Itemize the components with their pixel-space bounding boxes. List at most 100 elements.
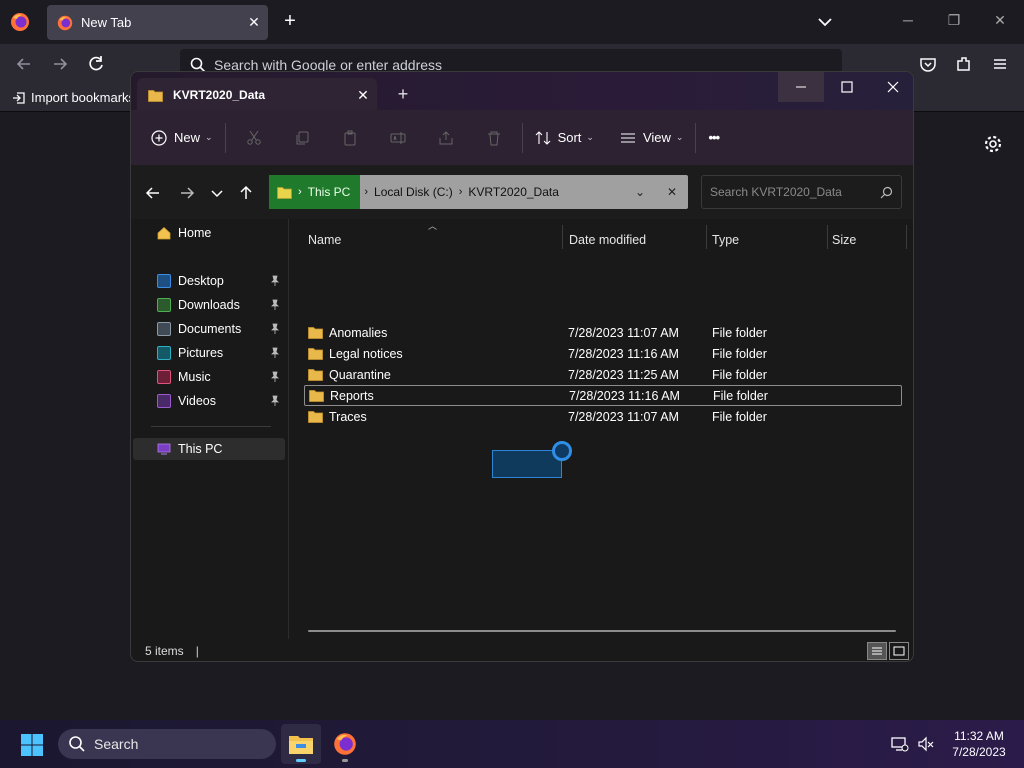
nav-item-pictures[interactable]: Pictures bbox=[133, 342, 285, 364]
table-row-focused[interactable]: Reports 7/28/2023 11:16 AM File folder bbox=[304, 385, 902, 406]
nav-item-this-pc[interactable]: This PC bbox=[133, 438, 285, 460]
forward-icon[interactable] bbox=[177, 183, 197, 203]
search-box[interactable] bbox=[701, 175, 902, 209]
close-tab-icon[interactable]: ✕ bbox=[349, 87, 377, 104]
close-button[interactable] bbox=[870, 72, 913, 102]
nav-item-documents[interactable]: Documents bbox=[133, 318, 285, 340]
recent-locations-icon[interactable] bbox=[207, 183, 227, 203]
pin-icon[interactable] bbox=[269, 323, 281, 335]
close-window-icon[interactable]: ✕ bbox=[990, 12, 1010, 32]
nav-item-home[interactable]: Home bbox=[133, 222, 285, 244]
pin-icon[interactable] bbox=[269, 347, 281, 359]
import-bookmarks-label: Import bookmarks bbox=[31, 90, 136, 105]
copy-button[interactable] bbox=[278, 122, 326, 154]
folder-icon bbox=[308, 369, 323, 381]
delete-button[interactable] bbox=[470, 122, 518, 154]
system-clock[interactable]: 11:32 AM 7/28/2023 bbox=[942, 728, 1016, 760]
pin-icon[interactable] bbox=[269, 371, 281, 383]
search-input[interactable] bbox=[710, 185, 880, 199]
pocket-icon[interactable] bbox=[918, 54, 938, 74]
table-row[interactable]: Quarantine 7/28/2023 11:25 AM File folde… bbox=[304, 364, 902, 385]
taskbar-firefox[interactable] bbox=[325, 724, 365, 764]
gear-icon[interactable] bbox=[983, 134, 1003, 154]
computer-icon bbox=[157, 443, 171, 455]
breadcrumb-this-pc[interactable]: This PC bbox=[302, 185, 357, 199]
folder-icon bbox=[308, 348, 323, 360]
share-button[interactable] bbox=[422, 122, 470, 154]
new-button[interactable]: New ⌄ bbox=[143, 122, 221, 154]
clear-address-icon[interactable]: ✕ bbox=[656, 185, 688, 199]
view-button[interactable]: View ⌄ bbox=[612, 122, 692, 154]
forward-icon[interactable] bbox=[50, 54, 70, 74]
nav-item-desktop[interactable]: Desktop bbox=[133, 270, 285, 292]
maximize-button[interactable] bbox=[824, 72, 870, 102]
column-header-date[interactable]: Date modified bbox=[551, 225, 691, 255]
pin-icon[interactable] bbox=[269, 275, 281, 287]
tiles-view-icon bbox=[893, 646, 905, 656]
horizontal-scrollbar[interactable] bbox=[308, 630, 896, 632]
view-list-icon bbox=[620, 132, 635, 143]
column-header-name[interactable]: Name bbox=[290, 225, 562, 255]
pin-icon[interactable] bbox=[269, 299, 281, 311]
paste-button[interactable] bbox=[326, 122, 374, 154]
restore-icon[interactable]: ❐ bbox=[944, 12, 964, 32]
list-all-tabs-icon[interactable] bbox=[815, 12, 835, 32]
close-tab-icon[interactable]: ✕ bbox=[240, 14, 268, 31]
nav-item-music[interactable]: Music bbox=[133, 366, 285, 388]
file-explorer-icon bbox=[289, 736, 313, 754]
browser-tab-new-tab[interactable]: New Tab ✕ bbox=[47, 5, 268, 40]
address-bar[interactable]: › This PC › Local Disk (C:) › KVRT2020_D… bbox=[269, 175, 688, 209]
reload-icon[interactable] bbox=[86, 54, 106, 74]
app-menu-icon[interactable] bbox=[990, 54, 1010, 74]
new-tab-button[interactable]: + bbox=[279, 10, 301, 32]
file-type: File folder bbox=[712, 346, 767, 361]
copy-icon bbox=[296, 131, 309, 144]
address-history-dropdown-icon[interactable]: ⌄ bbox=[624, 185, 656, 199]
column-header-type[interactable]: Type bbox=[694, 225, 809, 255]
column-header-size[interactable]: Size bbox=[814, 225, 904, 255]
paste-icon bbox=[344, 130, 356, 145]
see-more-button[interactable]: ••• bbox=[700, 122, 727, 154]
nav-divider bbox=[151, 426, 271, 427]
tiles-view-button[interactable] bbox=[889, 642, 909, 660]
sort-button[interactable]: Sort ⌄ bbox=[527, 122, 602, 154]
minimize-button[interactable] bbox=[778, 72, 824, 102]
firefox-menu-icon[interactable] bbox=[10, 12, 30, 32]
taskbar-file-explorer[interactable] bbox=[281, 724, 321, 764]
downloads-icon bbox=[157, 298, 171, 312]
volume-muted-icon[interactable] bbox=[917, 735, 935, 753]
pin-icon[interactable] bbox=[269, 395, 281, 407]
explorer-tab[interactable]: KVRT2020_Data ✕ bbox=[137, 78, 377, 112]
folder-icon bbox=[308, 411, 323, 423]
nav-item-downloads[interactable]: Downloads bbox=[133, 294, 285, 316]
minimize-icon[interactable]: ─ bbox=[898, 12, 918, 32]
column-resize-handle[interactable] bbox=[906, 225, 907, 249]
breadcrumb-current-folder[interactable]: KVRT2020_Data bbox=[462, 185, 565, 199]
windows-start-icon[interactable] bbox=[20, 733, 44, 757]
selection-rectangle bbox=[492, 450, 562, 478]
nav-item-videos[interactable]: Videos bbox=[133, 390, 285, 412]
table-row[interactable]: Traces 7/28/2023 11:07 AM File folder bbox=[304, 406, 902, 427]
extensions-icon[interactable] bbox=[954, 54, 974, 74]
search-icon bbox=[69, 736, 85, 752]
navigation-pane: Home Desktop Downloads Documents Picture… bbox=[131, 219, 289, 639]
taskbar-search[interactable]: Search bbox=[58, 729, 276, 759]
network-icon[interactable] bbox=[891, 735, 909, 753]
import-bookmarks-button[interactable]: Import bookmarks bbox=[12, 90, 135, 105]
rename-button[interactable] bbox=[374, 122, 422, 154]
file-date: 7/28/2023 11:16 AM bbox=[568, 346, 679, 361]
new-label: New bbox=[174, 130, 201, 145]
table-row[interactable]: Legal notices 7/28/2023 11:16 AM File fo… bbox=[304, 343, 902, 364]
up-icon[interactable] bbox=[236, 183, 256, 203]
details-view-button[interactable] bbox=[867, 642, 887, 660]
table-row[interactable]: Anomalies 7/28/2023 11:07 AM File folder bbox=[304, 322, 902, 343]
explorer-new-tab-button[interactable]: + bbox=[393, 84, 413, 104]
back-icon[interactable] bbox=[14, 54, 34, 74]
chevron-down-icon: ⌄ bbox=[675, 132, 684, 142]
item-count: 5 items bbox=[145, 644, 184, 658]
cut-button[interactable] bbox=[230, 122, 278, 154]
back-icon[interactable] bbox=[143, 183, 163, 203]
file-name: Traces bbox=[329, 409, 367, 424]
maximize-icon bbox=[841, 81, 853, 93]
breadcrumb-local-disk[interactable]: Local Disk (C:) bbox=[368, 185, 459, 199]
